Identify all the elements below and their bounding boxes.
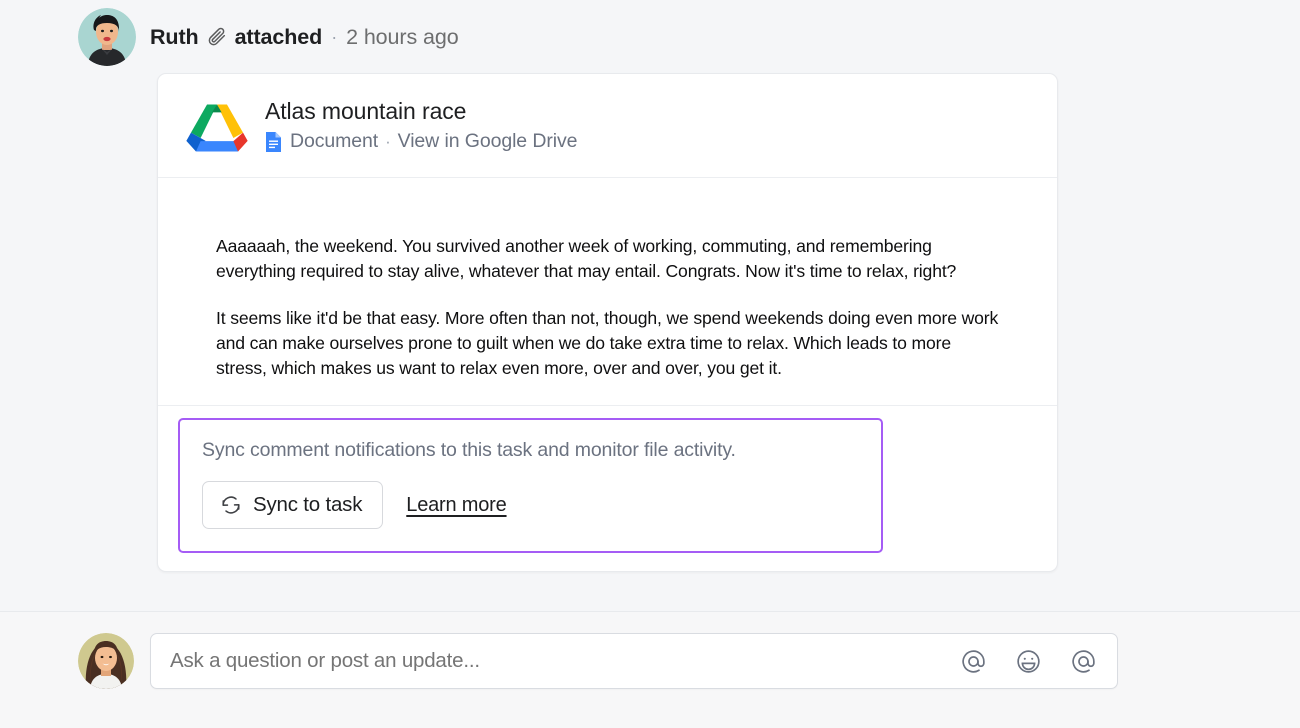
story-header: Ruth attached · 2 hours ago xyxy=(78,8,459,66)
sync-to-task-label: Sync to task xyxy=(253,493,363,516)
mention-icon[interactable] xyxy=(1070,648,1097,675)
story-timestamp: 2 hours ago xyxy=(346,24,459,49)
mention-icon[interactable] xyxy=(960,648,987,675)
file-meta-separator: · xyxy=(385,131,391,151)
activity-feed-page: Ruth attached · 2 hours ago Atlas mounta… xyxy=(0,0,1300,728)
file-meta: Document · View in Google Drive xyxy=(265,130,577,153)
story-verb: attached xyxy=(234,24,323,49)
learn-more-link[interactable]: Learn more xyxy=(406,494,506,517)
google-docs-icon xyxy=(265,131,282,153)
story-text: Ruth attached · 2 hours ago xyxy=(150,25,459,50)
composer xyxy=(78,633,1118,689)
file-type-label: Document xyxy=(290,130,379,153)
avatar-current-user[interactable] xyxy=(78,633,134,689)
sync-panel-message: Sync comment notifications to this task … xyxy=(202,439,736,461)
document-preview[interactable]: Aaaaaah, the weekend. You survived anoth… xyxy=(158,178,1057,406)
composer-icons xyxy=(960,648,1097,675)
attachment-card-footer: Sync comment notifications to this task … xyxy=(158,406,1057,571)
view-in-google-drive-link[interactable]: View in Google Drive xyxy=(398,130,578,153)
preview-paragraph: Aaaaaah, the weekend. You survived anoth… xyxy=(216,236,957,281)
google-drive-icon xyxy=(186,99,248,157)
refresh-icon xyxy=(220,494,242,516)
story-author[interactable]: Ruth xyxy=(150,25,199,50)
sync-to-task-button[interactable]: Sync to task xyxy=(202,481,384,529)
attachment-card-header-text: Atlas mountain race Document · View in G… xyxy=(265,96,577,153)
activity-feed: Ruth attached · 2 hours ago Atlas mounta… xyxy=(0,0,1300,611)
composer-input[interactable] xyxy=(170,649,960,673)
preview-paragraph: It seems like it'd be that easy. More of… xyxy=(216,308,999,378)
file-title[interactable]: Atlas mountain race xyxy=(265,98,577,124)
attachment-card: Atlas mountain race Document · View in G… xyxy=(157,73,1058,572)
sync-notifications-panel: Sync comment notifications to this task … xyxy=(178,418,883,553)
composer-region xyxy=(0,611,1300,728)
avatar-ruth[interactable] xyxy=(78,8,136,66)
story-separator: · xyxy=(331,26,338,47)
paperclip-icon xyxy=(206,26,228,48)
attachment-card-header: Atlas mountain race Document · View in G… xyxy=(158,74,1057,178)
sync-panel-actions: Sync to task Learn more xyxy=(202,481,859,529)
emoji-icon[interactable] xyxy=(1015,648,1042,675)
composer-input-box[interactable] xyxy=(150,633,1118,689)
